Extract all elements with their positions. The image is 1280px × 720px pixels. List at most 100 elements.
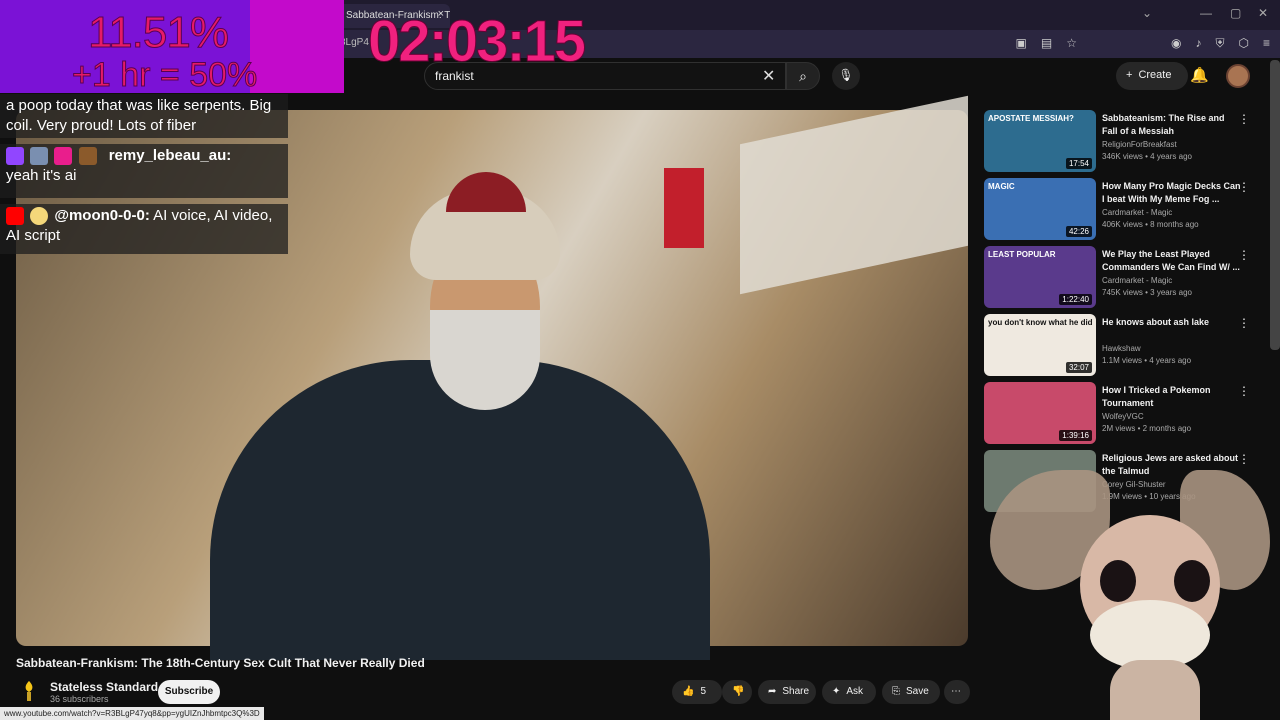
video-duration: 42:26 xyxy=(1065,226,1092,237)
more-options-icon[interactable]: ⋮ xyxy=(1238,248,1250,262)
mic-icon: 🎙 xyxy=(838,68,854,82)
save-button[interactable]: ⎘ Save xyxy=(882,680,940,704)
subscriber-count: 36 subscribers xyxy=(50,694,109,704)
more-options-icon[interactable]: ⋮ xyxy=(1238,316,1250,330)
moth-eye-left xyxy=(1100,560,1136,602)
video-thumbnail[interactable]: APOSTATE MESSIAH? 17:54 xyxy=(984,110,1096,172)
account-icon[interactable]: ◉ xyxy=(1171,36,1181,51)
chat-message: remy_lebeau_au: yeah it's ai xyxy=(0,144,288,198)
dislike-button[interactable]: 👎 xyxy=(722,680,752,704)
more-icon: ⋯ xyxy=(951,686,961,697)
thumbnail-text: LEAST POPULAR xyxy=(988,250,1056,259)
chat-text: a poop today that was like serpents. Big… xyxy=(6,97,272,134)
ask-button[interactable]: ✦ Ask xyxy=(822,680,876,704)
recommendation-channel[interactable]: Hawkshaw xyxy=(1102,344,1141,353)
recommendation-channel[interactable]: ReligionForBreakfast xyxy=(1102,140,1177,149)
browser-toolbar-icons: ▣ ▤ ☆ ◉ ♪ ⛨ ⬡ ≡ xyxy=(1016,36,1270,51)
like-button[interactable]: 👍 5 xyxy=(672,680,722,704)
scrollbar[interactable] xyxy=(1270,60,1280,350)
recommendation-title[interactable]: How Many Pro Magic Decks Can I beat With… xyxy=(1102,180,1242,206)
video-thumbnail[interactable]: 1:39:16 xyxy=(984,382,1096,444)
chat-user: remy_lebeau_au: xyxy=(108,147,232,164)
figure-robe xyxy=(210,360,710,660)
extensions-icon[interactable]: ⬡ xyxy=(1239,36,1249,51)
ask-label: Ask xyxy=(846,686,864,697)
share-button[interactable]: ➦ Share xyxy=(758,680,816,704)
thumbs-up-icon: 👍 xyxy=(682,686,695,697)
share-label: Share xyxy=(782,686,810,697)
recommendation-channel[interactable]: Cardmarket - Magic xyxy=(1102,276,1172,285)
video-duration: 32:07 xyxy=(1065,362,1092,373)
recommendation-channel[interactable]: Corey Gil-Shuster xyxy=(1102,480,1166,489)
more-options-icon[interactable]: ⋮ xyxy=(1238,180,1250,194)
video-duration: 1:22:40 xyxy=(1059,294,1092,305)
bell-icon[interactable]: 🔔 xyxy=(1190,66,1209,84)
recommendation-title[interactable]: He knows about ash lake xyxy=(1102,316,1242,329)
channel-name[interactable]: Stateless Standard xyxy=(50,680,158,694)
create-button[interactable]: + Create xyxy=(1116,62,1188,90)
badge-icon xyxy=(30,147,49,166)
recommendation-meta: 2M views • 2 months ago xyxy=(1102,424,1192,433)
recommendation-meta: 346K views • 4 years ago xyxy=(1102,152,1192,161)
subscribe-button[interactable]: Subscribe xyxy=(158,680,220,704)
mic-button[interactable]: 🎙 xyxy=(832,62,860,90)
recommendation-channel[interactable]: Cardmarket - Magic xyxy=(1102,208,1172,217)
recommendation-item[interactable]: you don't know what he did 32:07 He knows … xyxy=(984,314,1264,376)
red-flag xyxy=(664,168,704,248)
status-url: www.youtube.com/watch?v=R3BLgP47yq8&pp=y… xyxy=(0,707,264,720)
chat-text: yeah it's ai xyxy=(6,167,77,184)
speaker-icon[interactable]: ♪ xyxy=(1195,36,1201,51)
video-thumbnail[interactable]: MAGIC 42:26 xyxy=(984,178,1096,240)
goal-percent: 11.51% xyxy=(88,8,230,58)
moth-eye-right xyxy=(1174,560,1210,602)
reader-icon[interactable]: ▤ xyxy=(1041,36,1052,51)
save-label: Save xyxy=(906,686,929,697)
thumbs-down-icon: 👎 xyxy=(732,686,745,697)
menu-icon[interactable]: ≡ xyxy=(1263,36,1270,51)
more-options-icon[interactable]: ⋮ xyxy=(1238,112,1250,126)
goal-bonus: +1 hr = 50% xyxy=(71,56,258,95)
like-count: 5 xyxy=(700,686,707,697)
video-duration: 1:39:16 xyxy=(1059,430,1092,441)
recommendation-item[interactable]: MAGIC 42:26 How Many Pro Magic Decks Can I… xyxy=(984,178,1264,240)
avatar[interactable] xyxy=(1226,64,1250,88)
more-options-icon[interactable]: ⋮ xyxy=(1238,452,1250,466)
moth-legs xyxy=(1110,660,1200,720)
recommendation-title[interactable]: We Play the Least Played Commanders We C… xyxy=(1102,248,1242,274)
url-fragment: 3LgP4 xyxy=(340,37,369,48)
share-icon: ➦ xyxy=(768,686,777,697)
recommendation-item[interactable]: APOSTATE MESSIAH? 17:54 Sabbateanism: The … xyxy=(984,110,1264,172)
maximize-icon[interactable]: ▢ xyxy=(1230,6,1241,20)
video-title: Sabbatean-Frankism: The 18th-Century Sex… xyxy=(16,656,425,670)
shield-icon[interactable]: ⛨ xyxy=(1215,36,1224,51)
recommendation-item[interactable]: 1:39:16 How I Tricked a Pokemon Tournamen… xyxy=(984,382,1264,444)
chat-user: @moon0-0-0: xyxy=(54,207,150,224)
star-icon[interactable]: ☆ xyxy=(1066,36,1077,51)
recommendation-title[interactable]: How I Tricked a Pokemon Tournament xyxy=(1102,384,1242,410)
recommendation-meta: 745K views • 3 years ago xyxy=(1102,288,1192,297)
minimize-icon[interactable]: — xyxy=(1200,6,1212,20)
video-thumbnail[interactable]: you don't know what he did 32:07 xyxy=(984,314,1096,376)
search-button[interactable]: ⌕ xyxy=(786,62,820,90)
channel-torch-icon[interactable] xyxy=(20,680,38,702)
recommendation-meta: 406K views • 8 months ago xyxy=(1102,220,1199,229)
recommendation-title[interactable]: Sabbateanism: The Rise and Fall of a Mes… xyxy=(1102,112,1242,138)
youtube-icon xyxy=(6,207,24,226)
screenshot-icon[interactable]: ▣ xyxy=(1016,36,1027,51)
recommendation-channel[interactable]: WolfeyVGC xyxy=(1102,412,1144,421)
more-options-icon[interactable]: ⋮ xyxy=(1238,384,1250,398)
clear-search-icon[interactable]: ✕ xyxy=(762,66,775,86)
recommendation-item[interactable]: LEAST POPULAR 1:22:40 We Play the Least Pl… xyxy=(984,246,1264,308)
close-window-icon[interactable]: ✕ xyxy=(1258,6,1268,20)
boot-icon xyxy=(78,147,97,166)
more-actions-button[interactable]: ⋯ xyxy=(944,680,970,704)
thumbnail-text: APOSTATE MESSIAH? xyxy=(988,114,1074,123)
video-thumbnail[interactable]: LEAST POPULAR 1:22:40 xyxy=(984,246,1096,308)
chevron-down-icon[interactable]: ⌄ xyxy=(1142,6,1152,20)
create-label: Create xyxy=(1138,69,1172,81)
recommendation-meta: 1.1M views • 4 years ago xyxy=(1102,356,1192,365)
chat-message: @moon0-0-0: AI voice, AI video, AI scrip… xyxy=(0,204,288,254)
bookmark-icon: ⎘ xyxy=(892,686,900,697)
stream-timer: 02:03:15 xyxy=(367,9,586,75)
smiley-icon xyxy=(30,207,49,226)
